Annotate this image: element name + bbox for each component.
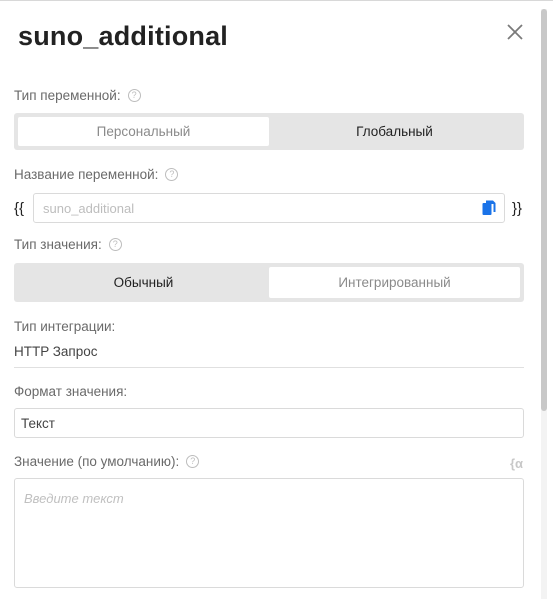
value-type-switch: Обычный Интегрированный xyxy=(14,263,524,302)
integration-type-value: HTTP Запрос xyxy=(14,344,98,359)
variable-name-label-text: Название переменной: xyxy=(14,167,159,182)
variable-name-value: suno_additional xyxy=(43,200,135,216)
value-format-label-text: Формат значения: xyxy=(14,384,128,399)
variable-type-label: Тип переменной: ? xyxy=(14,88,141,103)
variable-name-label: Название переменной: ? xyxy=(14,167,179,182)
integration-type-label: Тип интеграции: xyxy=(14,319,115,334)
variable-dialog: suno_additional Тип переменной: ? Персон… xyxy=(0,0,553,600)
default-value-textarea[interactable]: Введите текст xyxy=(14,478,524,588)
value-type-integrated-option[interactable]: Интегрированный xyxy=(269,267,520,298)
help-icon[interactable]: ? xyxy=(127,89,141,102)
value-format-label: Формат значения: xyxy=(14,384,127,399)
default-value-label: Значение (по умолчанию): ? xyxy=(14,454,200,469)
variable-type-switch: Персональный Глобальный xyxy=(14,113,524,150)
variable-name-input[interactable]: suno_additional xyxy=(33,193,505,223)
integration-type-label-text: Тип интеграции: xyxy=(14,319,116,334)
value-type-plain-option[interactable]: Обычный xyxy=(18,267,269,298)
help-icon[interactable]: ? xyxy=(165,168,179,181)
open-brace: {{ xyxy=(14,200,25,217)
default-value-placeholder: Введите текст xyxy=(24,491,124,506)
variable-type-personal-option[interactable]: Персональный xyxy=(18,117,269,146)
default-value-label-text: Значение (по умолчанию): xyxy=(14,454,180,469)
variable-type-label-text: Тип переменной: xyxy=(14,88,121,103)
insert-variable-icon[interactable]: {α xyxy=(510,456,523,471)
variable-type-global-option[interactable]: Глобальный xyxy=(269,117,520,146)
dialog-title: suno_additional xyxy=(18,21,229,51)
close-icon[interactable] xyxy=(505,22,525,42)
scrollbar-thumb[interactable] xyxy=(541,9,547,411)
help-icon[interactable]: ? xyxy=(108,238,122,251)
value-format-value: Текст xyxy=(21,415,55,431)
value-type-label-text: Тип значения: xyxy=(14,237,102,252)
value-format-select[interactable]: Текст xyxy=(14,408,524,438)
copy-icon[interactable] xyxy=(482,200,496,216)
value-type-label: Тип значения: ? xyxy=(14,237,122,252)
close-brace: }} xyxy=(512,200,523,217)
divider xyxy=(14,367,524,368)
help-icon[interactable]: ? xyxy=(186,455,200,468)
